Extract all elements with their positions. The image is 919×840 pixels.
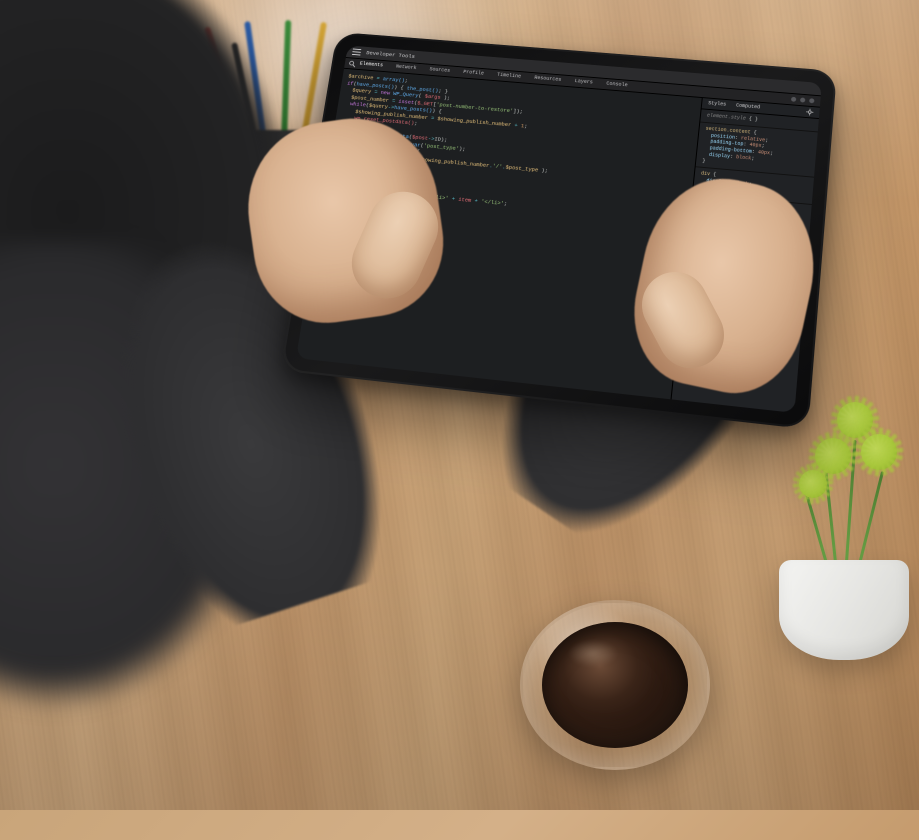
devtools-title: Developer Tools bbox=[366, 49, 416, 60]
window-dot-icon[interactable] bbox=[791, 97, 796, 102]
window-dot-icon[interactable] bbox=[809, 98, 814, 103]
devtools-tab-profile[interactable]: Profile bbox=[463, 69, 485, 77]
menu-icon[interactable] bbox=[352, 49, 361, 56]
side-tab-styles[interactable]: Styles bbox=[708, 100, 727, 108]
devtools-tab-console[interactable]: Console bbox=[606, 81, 628, 89]
gear-icon[interactable] bbox=[806, 108, 814, 115]
search-icon[interactable] bbox=[348, 60, 357, 68]
devtools-tab-elements[interactable]: Elements bbox=[359, 61, 383, 69]
devtools-tab-timeline[interactable]: Timeline bbox=[497, 72, 522, 80]
devtools-tab-resources[interactable]: Resources bbox=[534, 75, 562, 84]
devtools-tab-network[interactable]: Network bbox=[395, 64, 416, 72]
window-controls bbox=[791, 97, 815, 104]
window-dot-icon[interactable] bbox=[800, 97, 805, 102]
devtools-tab-sources[interactable]: Sources bbox=[429, 67, 450, 75]
devtools-tab-layers[interactable]: Layers bbox=[574, 78, 593, 86]
element-style-label: element.style bbox=[707, 113, 746, 122]
side-tab-computed[interactable]: Computed bbox=[736, 103, 761, 112]
coffee-glass bbox=[520, 600, 710, 770]
